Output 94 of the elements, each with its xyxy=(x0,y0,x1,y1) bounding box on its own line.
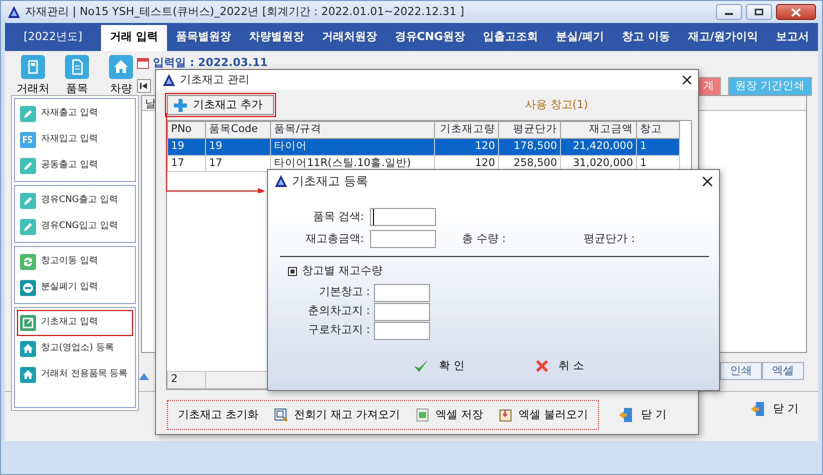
sidebar-item[interactable]: 분실폐기 입력 xyxy=(17,275,133,301)
plus-icon xyxy=(174,98,187,112)
house-icon xyxy=(20,341,36,357)
pencil-icon xyxy=(20,106,36,122)
add-stock-button[interactable]: 기초재고 추가 xyxy=(167,95,274,115)
app-logo-icon xyxy=(162,73,176,87)
print-export-button[interactable]: 인쇄 xyxy=(720,362,762,380)
row-count: 2 xyxy=(168,372,206,388)
dialog-title: 기초재고 관리 xyxy=(180,72,250,88)
sidebar-item[interactable]: 공동출고 입력 xyxy=(17,153,133,179)
minimize-button[interactable] xyxy=(716,4,742,20)
app-logo-icon xyxy=(7,5,21,19)
house-icon xyxy=(20,367,36,383)
maximize-icon xyxy=(754,8,764,16)
column-header: 품목/규격 xyxy=(270,122,434,138)
dialog-title: 기초재고 등록 xyxy=(292,173,368,190)
menu-tab[interactable]: 거래처원장 xyxy=(312,24,386,51)
section-title: 창고별 재고수량 xyxy=(302,263,382,279)
table-row[interactable]: 19 19 타이어 120 178,500 21,420,000 1 xyxy=(168,138,680,155)
cancel-button[interactable]: 취 소 xyxy=(534,358,584,374)
input-date: 입력일 : 2022.03.11 xyxy=(153,55,268,71)
menu-tab[interactable]: 분실/폐기 xyxy=(547,24,614,51)
menu-tab[interactable]: 재고/원가이익 xyxy=(678,24,767,51)
close-button[interactable]: 닫 기 xyxy=(751,401,798,418)
close-button[interactable] xyxy=(682,75,692,85)
refresh-icon xyxy=(20,254,36,270)
input-field[interactable] xyxy=(374,302,430,320)
column-header: PNo xyxy=(168,122,206,138)
column-header: 재고금액 xyxy=(560,122,636,138)
average-price-label: 평균단가 : xyxy=(584,230,635,247)
confirm-button[interactable]: 확 인 xyxy=(413,358,464,374)
app-logo-icon xyxy=(274,174,288,188)
x-mark-icon xyxy=(534,358,548,373)
sidebar-item[interactable]: 경유CNG입고 입력 xyxy=(17,214,133,240)
close-button[interactable]: 닫 기 xyxy=(619,406,666,424)
f5-key-icon xyxy=(20,132,36,148)
first-page-icon xyxy=(140,82,148,90)
input-field[interactable] xyxy=(370,230,436,248)
close-icon xyxy=(791,8,801,16)
menu-tab[interactable]: 품목별원장 xyxy=(166,24,240,51)
warehouse-count: 사용 창고(1) xyxy=(524,96,588,113)
column-header: 창고 xyxy=(636,122,680,138)
clipboard-icon xyxy=(498,408,512,422)
sidebar-item[interactable]: 창고(영업소) 등록 xyxy=(17,336,133,362)
year-label: [2022년도] xyxy=(22,28,84,45)
minus-circle-icon xyxy=(20,280,36,296)
sidebar-item[interactable]: 자재출고 입력 xyxy=(17,101,133,127)
field-label: 구로차고지 : xyxy=(306,322,370,338)
menu-tab[interactable]: 거래 입력 xyxy=(100,24,167,51)
input-field[interactable] xyxy=(370,208,436,226)
close-button[interactable] xyxy=(702,176,713,186)
sidebar-item[interactable]: 거래처 전용품목 등록 xyxy=(17,362,133,388)
window-title: 자재관리 | No15 YSH_테스트(큐버스)_2022년 [회계기간 : 2022.01.01~2022.12.31 ] xyxy=(25,4,464,20)
edit-icon xyxy=(20,315,36,331)
action-button[interactable]: 엑셀 저장 xyxy=(416,406,483,424)
print-export-button[interactable]: 엑셀 xyxy=(762,362,804,380)
calendar-icon xyxy=(137,57,149,70)
spreadsheet-icon xyxy=(416,408,430,422)
pencil-icon xyxy=(20,193,36,209)
sidebar-item[interactable]: 경유CNG출고 입력 xyxy=(17,188,133,214)
column-header: 품목Code xyxy=(206,122,270,138)
column-header: 기초재고량 xyxy=(434,122,498,138)
action-button[interactable]: 엑셀 불러오기 xyxy=(498,406,588,424)
menu-tab[interactable]: 창고 이동 xyxy=(613,24,679,51)
sidebar-item[interactable]: 자재입고 입력 xyxy=(17,127,133,153)
close-button[interactable] xyxy=(776,4,816,20)
action-button[interactable]: 전회기 재고 가져오기 xyxy=(274,406,400,424)
total-quantity-label: 총 수량 : xyxy=(462,230,506,247)
up-arrow-icon xyxy=(139,373,149,380)
column-header: 평균단가 xyxy=(498,122,560,138)
exit-door-icon xyxy=(751,401,765,418)
field-label: 품목 검색: xyxy=(312,208,364,225)
field-label: 기본창고 : xyxy=(318,284,370,300)
pencil-icon xyxy=(20,219,36,235)
pencil-icon xyxy=(20,158,36,174)
exit-door-icon xyxy=(619,407,633,423)
square-bullet-icon xyxy=(288,266,297,276)
first-page-button[interactable] xyxy=(137,79,151,93)
sidebar-item[interactable]: 기초재고 입력 xyxy=(17,310,133,336)
input-field[interactable] xyxy=(374,284,430,302)
menu-tab[interactable]: 보고서 xyxy=(767,24,818,51)
sidebar-item[interactable]: 창고이동 입력 xyxy=(17,249,133,275)
field-label: 춘의차고지 : xyxy=(306,303,370,320)
menu-tab[interactable]: 경유CNG원장 xyxy=(386,24,474,51)
house-icon xyxy=(109,55,133,79)
maximize-button[interactable] xyxy=(746,4,772,20)
input-field[interactable] xyxy=(374,322,430,340)
import-icon xyxy=(274,408,288,422)
menu-tab[interactable]: 차량별원장 xyxy=(240,24,313,51)
column-header: 날 xyxy=(145,97,156,110)
action-button[interactable]: 기초재고 초기화 xyxy=(178,406,258,424)
menu-tab[interactable]: 입출고조회 xyxy=(474,24,548,51)
field-label: 재고총금액: xyxy=(304,230,364,247)
document-icon xyxy=(65,55,89,79)
